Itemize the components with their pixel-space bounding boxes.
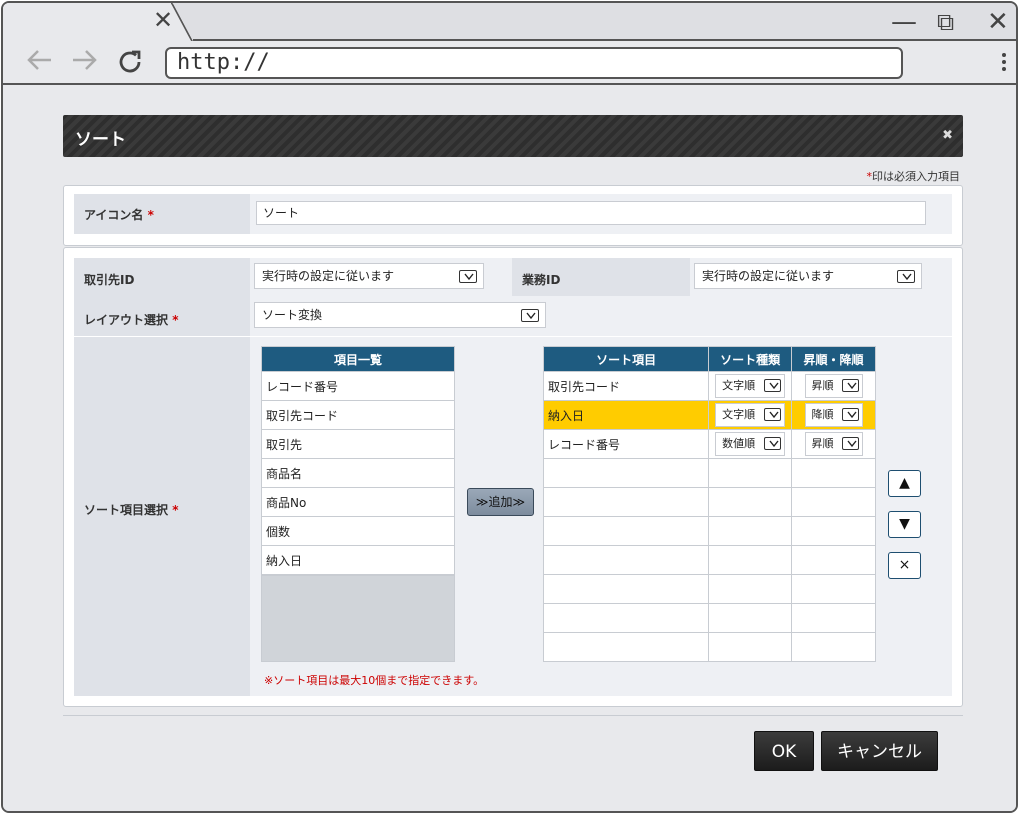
icon-name-input[interactable]: ソート	[256, 201, 926, 225]
business-id-label: 業務ID	[512, 258, 690, 296]
remove-button[interactable]: ×	[888, 552, 921, 579]
empty-table-row[interactable]	[542, 487, 876, 517]
business-id-select[interactable]: 実行時の設定に従います	[694, 263, 922, 289]
sort-items-table: ソート項目 ソート種類 昇順・降順 取引先コード 文字順 昇順 納入日 文字順 降順 レコー…	[542, 346, 876, 662]
item-list-header: 項目一覧	[261, 346, 455, 372]
layout-select[interactable]: ソート変換	[254, 302, 546, 328]
list-item-label: レコード番号	[261, 371, 455, 401]
minimize-icon[interactable]: —	[891, 7, 917, 37]
table-row[interactable]: レコード番号 数値順 昇順	[542, 429, 876, 459]
list-item[interactable]: 納入日	[261, 545, 455, 575]
list-item-label: 取引先コード	[261, 400, 455, 430]
dialog-close-icon[interactable]: ✖	[942, 128, 953, 143]
window-close-icon[interactable]: ✕	[987, 7, 1009, 37]
page-content: ソート ✖ *印は必須入力項目 アイコン名 * ソート 取引先ID 実行時の設定…	[3, 85, 1016, 811]
move-up-button[interactable]: ▲	[888, 470, 921, 497]
sort-items-label: ソート項目選択 *	[74, 337, 250, 696]
client-id-label: 取引先ID	[74, 258, 250, 296]
chevron-down-icon	[897, 270, 915, 283]
chevron-down-icon	[841, 437, 859, 450]
list-item[interactable]: 商品No	[261, 487, 455, 517]
sort-kind-select[interactable]: 文字順	[715, 374, 786, 398]
chevron-down-icon	[764, 437, 782, 450]
list-item-label: 取引先	[261, 429, 455, 459]
sort-kind-select[interactable]: 数値順	[715, 432, 786, 456]
dialog-title: ソート	[75, 130, 126, 150]
icon-name-panel: アイコン名 * ソート	[63, 185, 963, 246]
chevron-down-icon	[841, 408, 859, 421]
reload-icon[interactable]	[117, 48, 145, 82]
tab-close-icon[interactable]: ✕	[153, 5, 173, 35]
cancel-button[interactable]: キャンセル	[821, 731, 938, 771]
menu-dots-icon[interactable]	[1002, 53, 1006, 74]
url-bar[interactable]: http://	[165, 47, 903, 79]
ok-button[interactable]: OK	[754, 731, 814, 771]
chevron-down-icon	[841, 379, 859, 392]
chevron-down-icon	[764, 379, 782, 392]
list-item-label: 個数	[261, 516, 455, 546]
layout-label: レイアウト選択 *	[74, 296, 250, 336]
table-row[interactable]: 取引先コード 文字順 昇順	[542, 371, 876, 401]
forward-arrow-icon[interactable]	[71, 48, 99, 78]
chevron-down-icon	[459, 270, 477, 283]
client-id-select[interactable]: 実行時の設定に従います	[254, 263, 484, 289]
back-arrow-icon[interactable]	[25, 48, 53, 78]
list-item[interactable]: レコード番号	[261, 371, 455, 401]
order-select[interactable]: 昇順	[804, 374, 863, 398]
empty-table-row[interactable]	[542, 574, 876, 604]
list-item[interactable]: 取引先コード	[261, 400, 455, 430]
table-row[interactable]: 納入日 文字順 降順	[542, 400, 876, 430]
chevron-down-icon	[764, 408, 782, 421]
dialog-titlebar: ソート ✖	[63, 115, 963, 157]
list-item-label: 商品No	[261, 487, 455, 517]
browser-toolbar: http://	[3, 41, 1016, 85]
item-list-empty-area	[261, 575, 455, 662]
sort-kind-select[interactable]: 文字順	[715, 403, 786, 427]
sort-item-cell: 納入日	[542, 400, 710, 430]
browser-window: ✕ — ⧉ ✕ http:// ソート ✖ *印は必須入力項目 アイコン名 * …	[1, 1, 1018, 813]
empty-table-row[interactable]	[542, 516, 876, 546]
add-button[interactable]: ≫追加≫	[467, 488, 534, 516]
chevron-down-icon	[521, 309, 539, 322]
settings-panel: 取引先ID 実行時の設定に従います 業務ID 実行時の設定に従います レイアウト…	[63, 247, 963, 707]
sort-item-cell: レコード番号	[542, 429, 710, 459]
empty-table-row[interactable]	[542, 632, 876, 662]
column-header-sort-kind: ソート種類	[708, 346, 793, 372]
required-note: *印は必須入力項目	[866, 170, 961, 183]
restore-icon[interactable]: ⧉	[937, 7, 954, 37]
icon-name-label: アイコン名 *	[74, 194, 250, 234]
move-down-button[interactable]: ▼	[888, 511, 921, 538]
limit-note: ※ソート項目は最大10個まで指定できます。	[264, 674, 485, 687]
list-item[interactable]: 商品名	[261, 458, 455, 488]
column-header-order: 昇順・降順	[791, 346, 876, 372]
empty-table-row[interactable]	[542, 458, 876, 488]
order-select[interactable]: 昇順	[804, 432, 863, 456]
list-item[interactable]: 取引先	[261, 429, 455, 459]
empty-table-row[interactable]	[542, 545, 876, 575]
empty-table-row[interactable]	[542, 603, 876, 633]
sort-item-cell: 取引先コード	[542, 371, 710, 401]
item-list-table: 項目一覧 レコード番号 取引先コード 取引先 商品名 商品No 個数 納入日	[261, 346, 455, 575]
list-item-label: 商品名	[261, 458, 455, 488]
order-select[interactable]: 降順	[804, 403, 863, 427]
list-item[interactable]: 個数	[261, 516, 455, 546]
column-header-sort-item: ソート項目	[542, 346, 710, 372]
list-item-label: 納入日	[261, 545, 455, 575]
